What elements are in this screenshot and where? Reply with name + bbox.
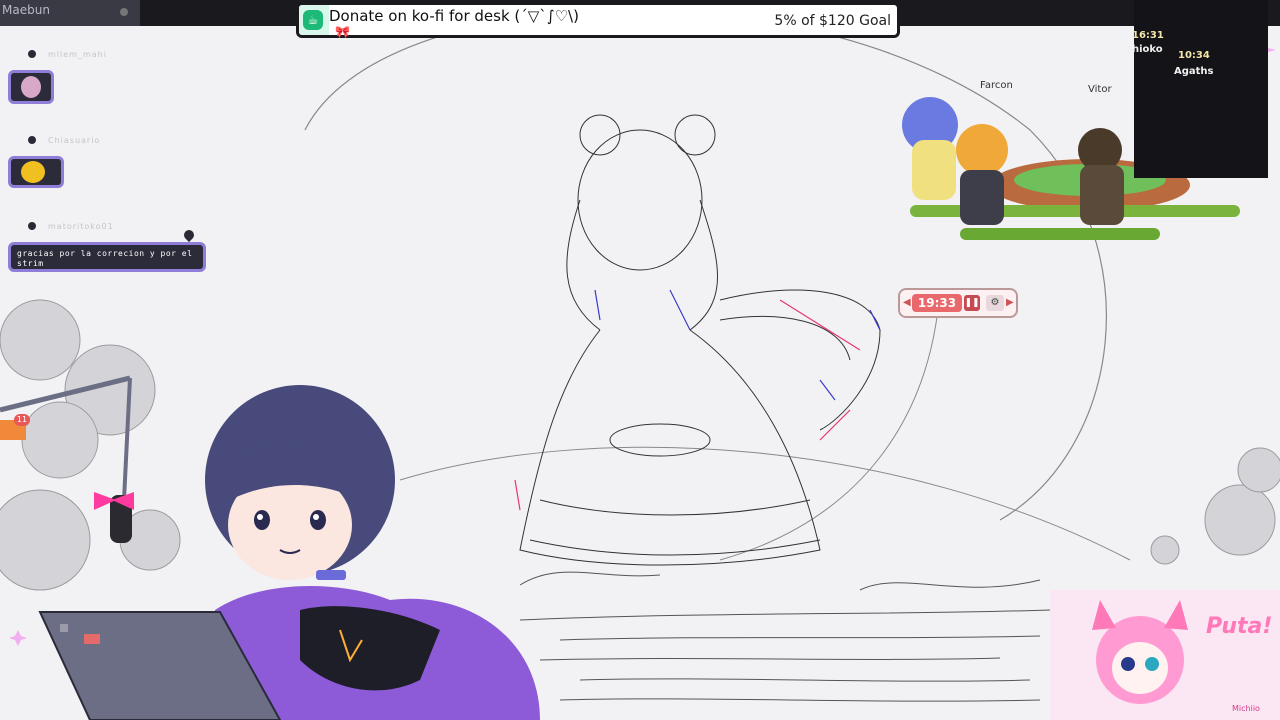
status-dot	[120, 8, 128, 16]
chat-username: Chiasuario	[48, 136, 101, 145]
notification-badge: 11	[14, 414, 30, 426]
bow-icon: 🎀	[335, 25, 350, 39]
logo-text: Puta!	[1206, 614, 1273, 639]
chat-message-bubble: gracias por la correcion y por el strim	[8, 242, 206, 272]
character-name-tag: Farcon	[980, 80, 1013, 91]
clock-name: shioko	[1126, 44, 1163, 55]
next-arrow-icon[interactable]: ▶	[1006, 297, 1014, 308]
chat-user-marker	[26, 48, 38, 60]
app-title: Maebun	[2, 3, 50, 17]
clock-name: Agaths	[1174, 66, 1214, 77]
chat-username: mllem_mahi	[48, 50, 107, 59]
clock-time: 10:34	[1178, 50, 1210, 61]
wave-emote-icon	[21, 161, 45, 183]
pause-icon[interactable]: ❚❚	[964, 295, 980, 311]
chat-emote-bubble	[8, 70, 54, 104]
chat-username: matoritoko01	[48, 222, 114, 231]
donation-goal-label: 5% of $120 Goal	[774, 13, 891, 29]
logo-signature: Michiio	[1232, 704, 1260, 713]
timer-value: 19:33	[912, 294, 962, 312]
settings-icon[interactable]: ⚙	[986, 295, 1004, 311]
clock-time: 16:31	[1132, 30, 1164, 41]
donation-text: Donate on ko-fi for desk (ˊ▽ˋ∫♡\)	[329, 7, 579, 25]
clock-overlay	[1134, 0, 1268, 178]
chat-emote-bubble	[8, 156, 64, 188]
chat-message-text: gracias por la correcion y por el strim	[17, 249, 193, 268]
donation-goal-bar[interactable]: ☕ Donate on ko-fi for desk (ˊ▽ˋ∫♡\) 🎀 5%…	[296, 2, 900, 39]
character-name-tag: Vitor	[1088, 84, 1112, 95]
kofi-cup-icon: ☕	[303, 10, 323, 30]
timer-widget[interactable]: ◀ 19:33 ❚❚ ⚙ ▶	[898, 288, 1018, 318]
prev-arrow-icon[interactable]: ◀	[903, 297, 911, 308]
chat-user-marker	[26, 134, 38, 146]
drawing-canvas[interactable]	[0, 0, 1280, 720]
avatar-emote-icon	[21, 76, 41, 98]
chat-user-marker	[26, 220, 38, 232]
